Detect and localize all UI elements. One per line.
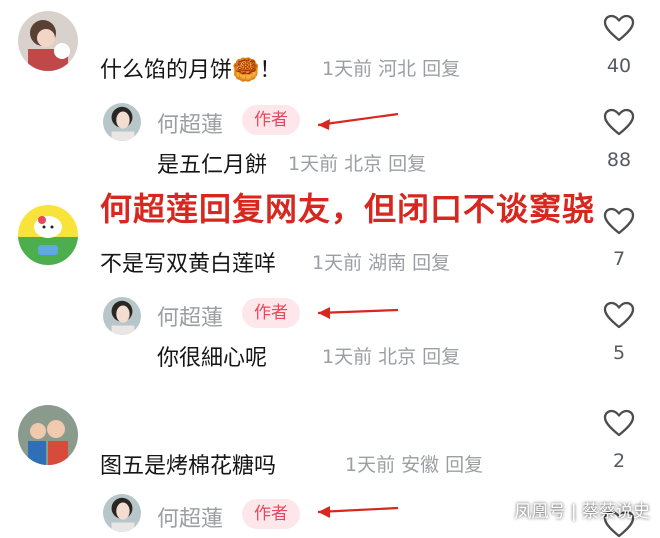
author-avatar[interactable]	[103, 494, 141, 532]
comment-text: 什么馅的月饼🥮！	[100, 58, 282, 83]
annotation-arrow	[317, 112, 399, 130]
author-name[interactable]: 何超蓮	[157, 107, 223, 139]
reply-meta[interactable]: 1天前 北京 回复	[288, 149, 426, 176]
like-heart-icon[interactable]	[603, 409, 635, 437]
reply-text: 是五仁月餅	[157, 153, 268, 178]
watermark: 凤凰号 | 蔡蔡说史	[514, 502, 650, 522]
comment-meta[interactable]: 1天前 安徽 回复	[345, 450, 483, 477]
comment-meta[interactable]: 1天前 湖南 回复	[312, 248, 450, 275]
author-badge: 作者	[242, 298, 300, 328]
author-name[interactable]: 何超蓮	[157, 501, 223, 533]
like-count: 40	[606, 55, 632, 77]
like-count: 2	[612, 450, 626, 472]
comment-text: 图五是烤棉花糖吗	[100, 454, 277, 479]
comment-meta[interactable]: 1天前 河北 回复	[322, 54, 460, 81]
comment-text: 不是写双黄白莲咩	[100, 252, 277, 277]
reply-meta[interactable]: 1天前 北京 回复	[322, 342, 460, 369]
commenter-avatar[interactable]	[18, 205, 78, 265]
like-count: 7	[612, 248, 626, 270]
overlay-caption: 何超莲回复网友，但闭口不谈窦骁	[100, 190, 596, 228]
annotation-arrow	[317, 506, 399, 518]
like-heart-icon[interactable]	[603, 301, 635, 329]
like-heart-icon[interactable]	[603, 207, 635, 235]
author-badge: 作者	[242, 105, 300, 135]
commenter-avatar[interactable]	[18, 11, 78, 71]
like-heart-icon[interactable]	[603, 14, 635, 42]
author-avatar[interactable]	[103, 103, 141, 141]
like-count: 88	[606, 149, 632, 171]
like-count: 5	[612, 342, 626, 364]
author-avatar[interactable]	[103, 297, 141, 335]
author-badge: 作者	[242, 499, 300, 529]
annotation-arrow	[317, 307, 399, 319]
like-heart-icon[interactable]	[603, 108, 635, 136]
reply-text: 你很細心呢	[157, 346, 268, 371]
author-name[interactable]: 何超蓮	[157, 300, 223, 332]
commenter-avatar[interactable]	[18, 405, 78, 465]
